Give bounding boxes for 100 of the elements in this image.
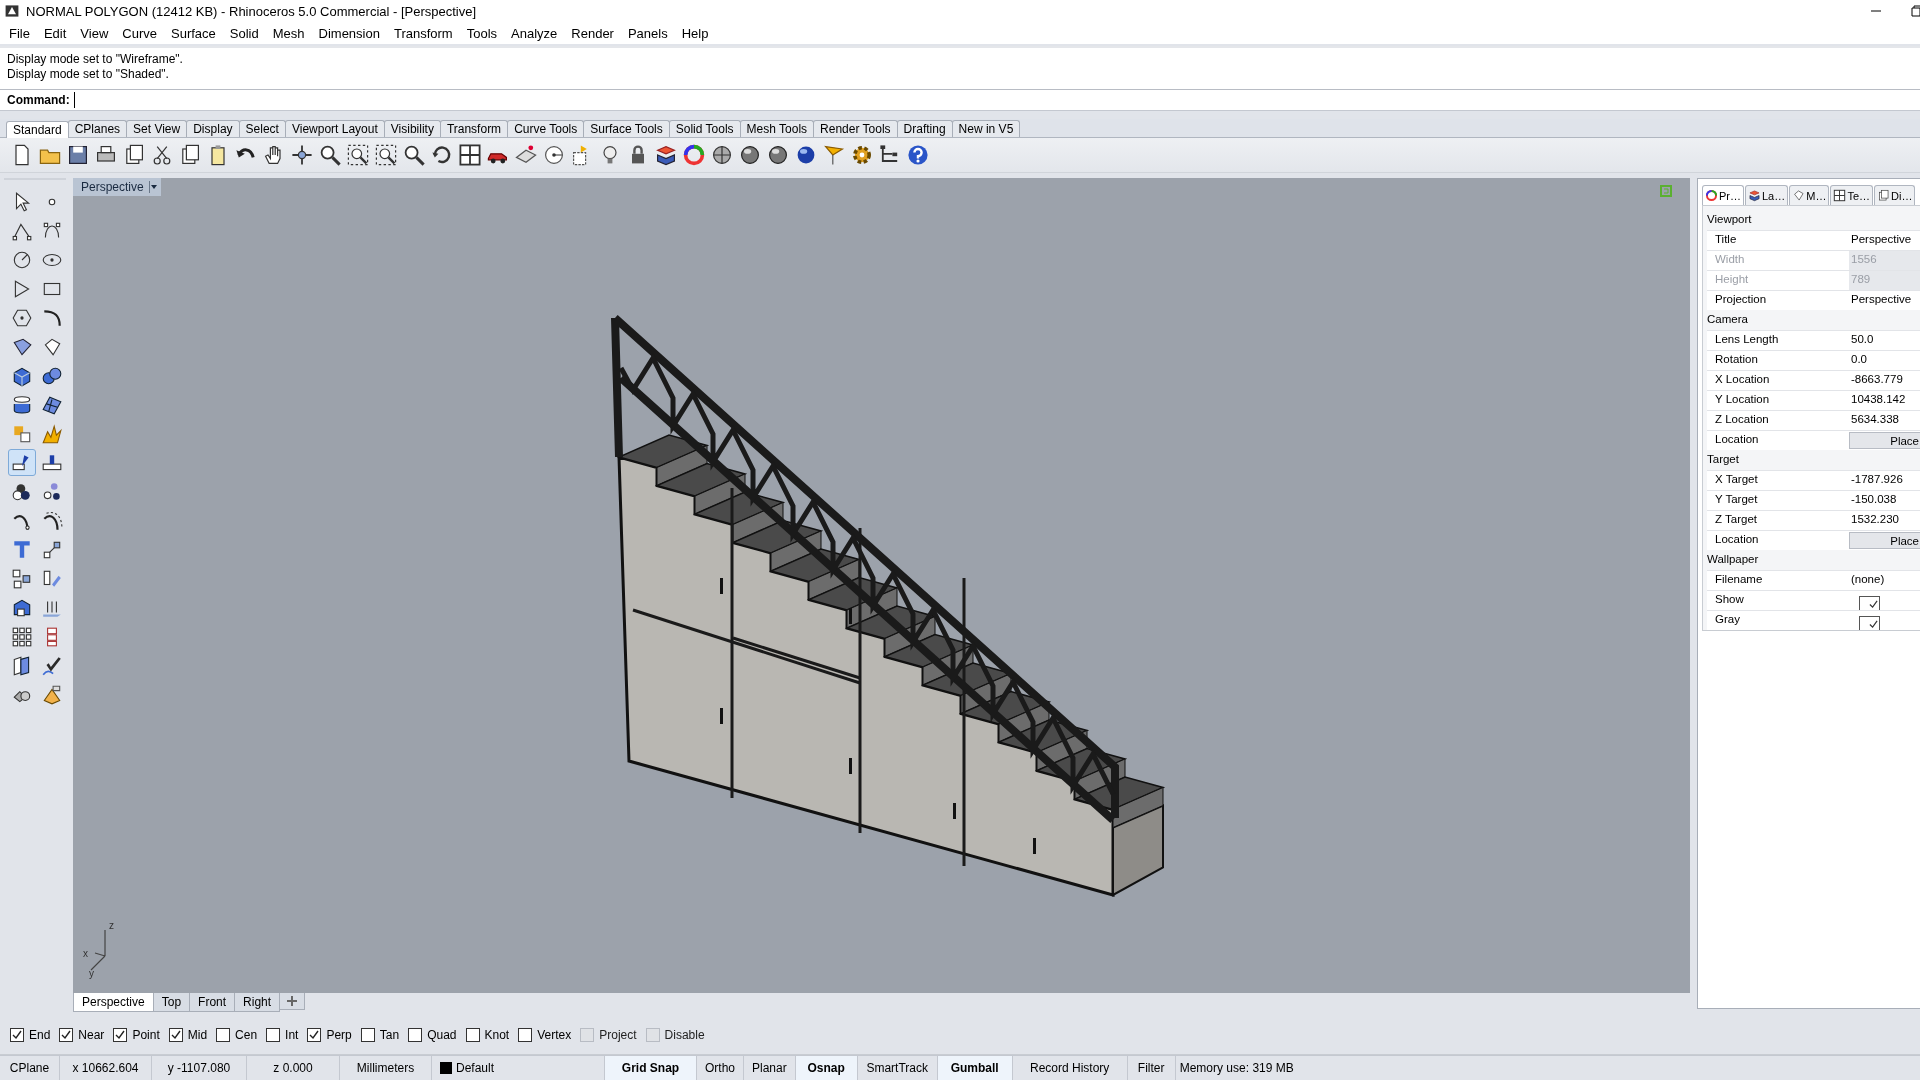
pyramid-icon (41, 683, 63, 706)
toolbar-tab[interactable]: Render Tools (813, 120, 898, 137)
checkbox[interactable] (408, 1028, 423, 1042)
toolbar-tab[interactable]: Standard (6, 121, 69, 138)
add-icon[interactable] (286, 995, 299, 1007)
property-value: 789 (1849, 271, 1920, 290)
zoom-selected-icon[interactable] (402, 143, 426, 167)
viewport-tab[interactable]: Right (234, 993, 281, 1012)
toolbar-tab[interactable]: Display (186, 120, 240, 137)
checkbox[interactable] (360, 1028, 375, 1042)
gear-icon[interactable] (850, 143, 874, 167)
status-toggle[interactable]: Filter (1127, 1056, 1176, 1080)
panel-tab[interactable]: Te… (1830, 185, 1874, 205)
color-wheel-icon[interactable] (682, 143, 706, 167)
property-value[interactable]: 5634.338 (1849, 411, 1920, 430)
viewport-tab[interactable]: Front (189, 993, 236, 1012)
toolbar-tab[interactable]: Curve Tools (507, 120, 585, 137)
property-value[interactable]: -1787.926 (1849, 471, 1920, 490)
osnap-label: Project (599, 1028, 637, 1042)
menu-item[interactable]: Transform (386, 23, 460, 43)
check-icon (1869, 600, 1878, 609)
checkbox[interactable] (518, 1028, 533, 1042)
property-value[interactable]: 50.0 (1849, 331, 1920, 350)
property-value[interactable]: 10438.142 (1849, 391, 1920, 410)
status-toggle[interactable]: Gumball (937, 1056, 1013, 1080)
menu-item[interactable]: Dimension (311, 23, 387, 43)
tile-icon[interactable] (1660, 185, 1672, 197)
status-toggle[interactable]: SmartTrack (857, 1056, 938, 1080)
menu-item[interactable]: Mesh (265, 23, 312, 43)
checkbox[interactable] (113, 1028, 128, 1042)
checkbox[interactable] (10, 1028, 24, 1042)
property-value[interactable]: -8663.779 (1849, 371, 1920, 390)
toolbar-tab[interactable]: Mesh Tools (739, 120, 815, 137)
menu-item[interactable]: File (2, 23, 37, 43)
menu-item[interactable]: Analyze (504, 23, 565, 43)
checkbox[interactable] (59, 1028, 74, 1042)
flag-icon[interactable] (822, 143, 846, 167)
four-viewports-icon[interactable] (458, 143, 482, 167)
toolbar-tab[interactable]: Drafting (896, 120, 953, 137)
property-value[interactable]: (none) (1849, 571, 1920, 590)
status-toggle[interactable]: Planar (744, 1056, 796, 1080)
toolbar-tab[interactable]: Solid Tools (668, 120, 741, 137)
save-icon[interactable] (66, 143, 90, 167)
status-toggle[interactable]: Record History (1012, 1056, 1128, 1080)
help-icon[interactable] (906, 143, 930, 167)
checkbox[interactable] (266, 1028, 281, 1042)
checkbox[interactable] (168, 1028, 183, 1042)
property-value[interactable]: Perspective (1849, 291, 1920, 310)
status-toggle[interactable]: Grid Snap (605, 1056, 697, 1080)
status-toggle[interactable]: Osnap (795, 1056, 858, 1080)
toolbar-tab[interactable]: CPlanes (67, 120, 128, 137)
panel-tab[interactable]: Di… (1874, 185, 1916, 205)
dropdown-icon[interactable] (148, 181, 157, 193)
wireframe-sphere-icon[interactable] (710, 143, 734, 167)
toolbar-tab[interactable]: Set View (126, 120, 188, 137)
maximize-icon[interactable] (1910, 5, 1920, 17)
zoom-icon[interactable] (318, 143, 342, 167)
shaded-sphere-icon[interactable] (766, 143, 790, 167)
zoom-extents-icon[interactable] (374, 143, 398, 167)
menu-item[interactable]: Tools (459, 23, 505, 43)
property-value[interactable]: 1532.230 (1849, 511, 1920, 530)
menu-item[interactable]: Render (564, 23, 621, 43)
panel-tab[interactable]: M… (1789, 185, 1830, 205)
viewport-tab[interactable]: Perspective (73, 993, 154, 1012)
checkbox[interactable] (1859, 596, 1880, 610)
toolbar-tab[interactable]: Viewport Layout (284, 120, 385, 137)
property-value[interactable]: -150.038 (1849, 491, 1920, 510)
verify-icon (41, 654, 63, 677)
panel-tab[interactable]: Pr… (1702, 185, 1744, 205)
viewport-tab[interactable]: Top (152, 993, 191, 1012)
viewport[interactable]: Perspective z x y (73, 178, 1690, 993)
menu-item[interactable]: Surface (164, 23, 223, 43)
toolbar-tab[interactable]: Select (238, 120, 286, 137)
shaded-sphere-icon[interactable] (738, 143, 762, 167)
layers-icon[interactable] (654, 143, 678, 167)
move-icon[interactable] (290, 143, 314, 167)
status-toggle[interactable]: Ortho (697, 1056, 744, 1080)
target-icon[interactable] (542, 143, 566, 167)
property-value[interactable]: Perspective (1849, 231, 1920, 250)
place-button[interactable]: Place (1849, 532, 1920, 549)
menu-item[interactable]: Edit (36, 23, 74, 43)
osnap-label: Near (78, 1028, 105, 1042)
menu-item[interactable]: Curve (115, 23, 164, 43)
checkbox[interactable] (216, 1028, 231, 1042)
property-value[interactable]: 0.0 (1849, 351, 1920, 370)
zoom-window-icon[interactable] (346, 143, 370, 167)
menu-item[interactable]: Solid (222, 23, 266, 43)
place-button[interactable]: Place (1849, 432, 1920, 449)
menu-item[interactable]: Help (674, 23, 716, 43)
checkbox[interactable] (465, 1028, 480, 1042)
toolbar-tab[interactable]: Visibility (383, 120, 441, 137)
toolbar-tab[interactable]: Surface Tools (583, 120, 670, 137)
menu-item[interactable]: View (73, 23, 116, 43)
toolbar-tab[interactable]: Transform (439, 120, 509, 137)
panel-tab[interactable]: La… (1745, 185, 1789, 205)
split-tool-button[interactable] (8, 449, 36, 476)
toolbar-tab[interactable]: New in V5 (951, 120, 1021, 137)
checkbox[interactable] (1859, 616, 1880, 630)
menu-item[interactable]: Panels (620, 23, 675, 43)
checkbox[interactable] (307, 1028, 322, 1042)
